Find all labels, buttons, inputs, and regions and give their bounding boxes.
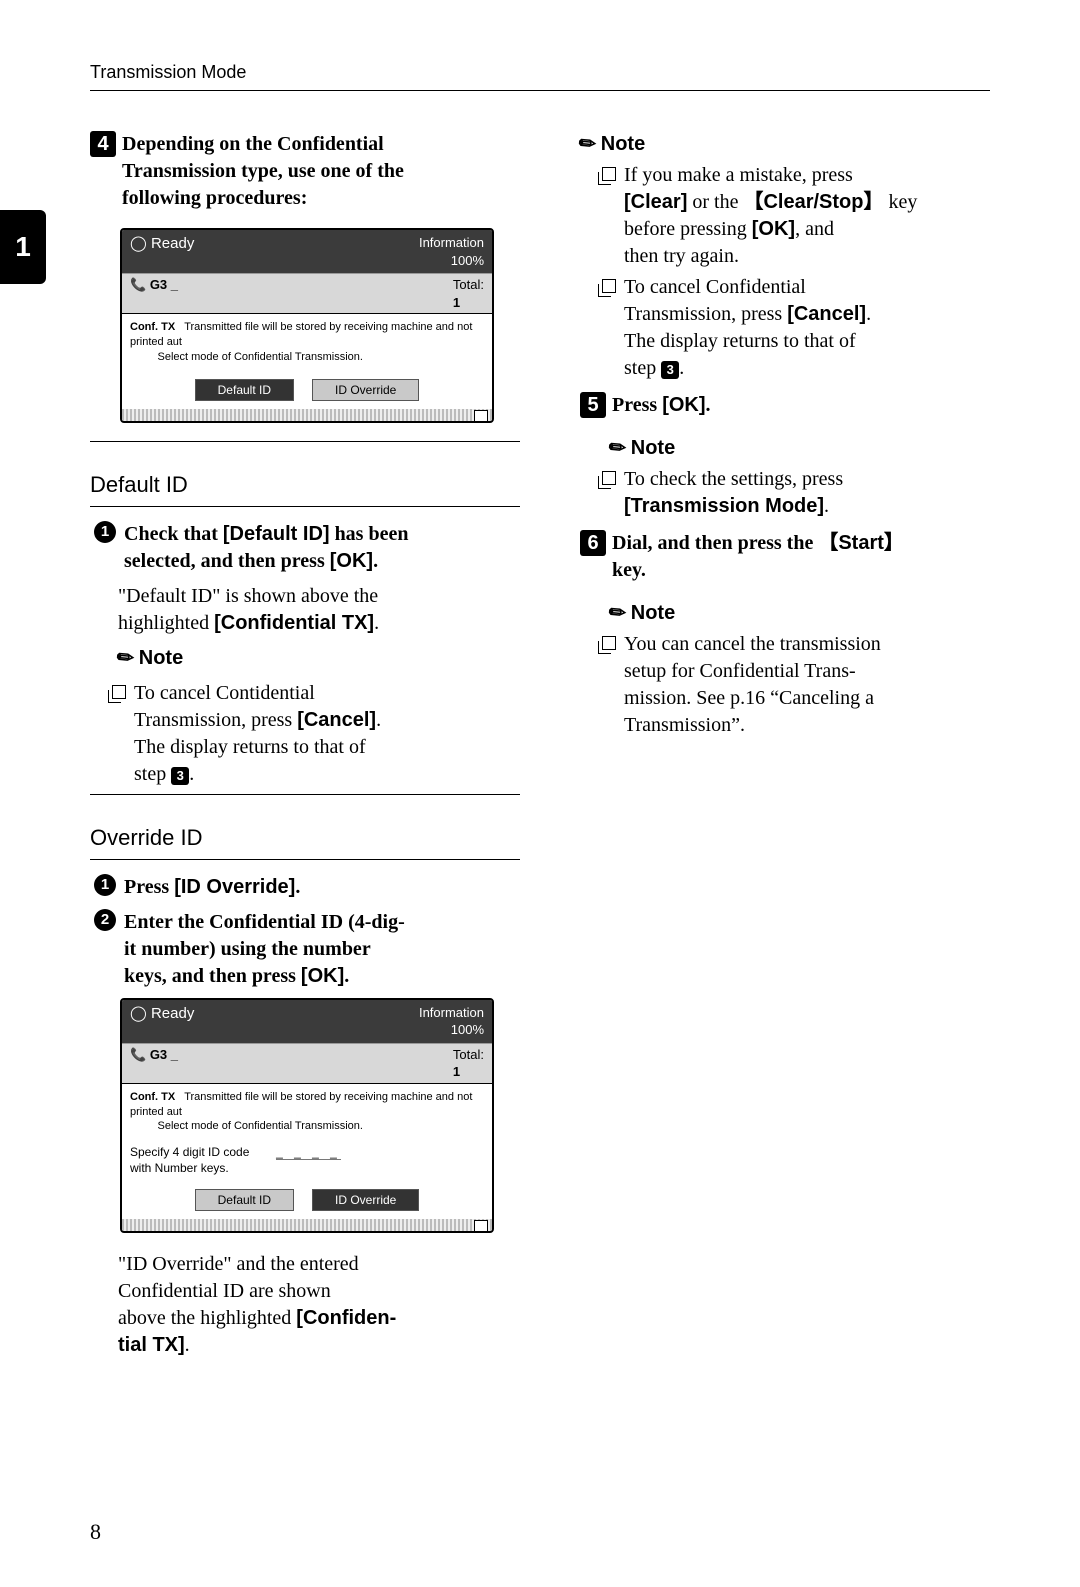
right-note-head-1: ✎Note bbox=[580, 131, 1010, 158]
scr1-total-val: 1 bbox=[453, 295, 460, 310]
step-6: 6 Dial, and then press the Start key. bbox=[580, 530, 1010, 584]
step-ref-3: 3 bbox=[171, 767, 189, 785]
step-4: 4 Depending on the Confidential Transmis… bbox=[90, 131, 520, 212]
override-para: "ID Override" and the entered Confidenti… bbox=[118, 1251, 520, 1359]
scr1-msg2: Select mode of Confidential Transmission… bbox=[158, 351, 363, 363]
scr1-btn-default: Default ID bbox=[195, 379, 294, 401]
right-note-2: To cancel Confidential Transmission, pre… bbox=[624, 274, 1010, 382]
scr1-total-lbl: Total: bbox=[453, 277, 484, 292]
d1-d: . bbox=[373, 550, 378, 572]
pencil-icon: ✎ bbox=[111, 643, 141, 674]
scr1-g3: G3 bbox=[150, 277, 167, 292]
override-substep-1: 1 Press [ID Override]. bbox=[94, 874, 520, 901]
scr1-ready: Ready bbox=[151, 235, 194, 252]
dp-b: highlighted bbox=[118, 612, 214, 634]
step5-note-head: ✎Note bbox=[610, 435, 1010, 462]
dp-key: [Confidential TX] bbox=[214, 612, 374, 634]
scr2-btn-default: Default ID bbox=[195, 1189, 294, 1211]
start-key: Start bbox=[818, 532, 904, 554]
lcd-screenshot-2: ◯ Ready Information 100% 📞 G3 _ Total:1 … bbox=[120, 998, 494, 1233]
scr1-conf: Conf. TX bbox=[130, 321, 175, 333]
dp-c: . bbox=[374, 612, 379, 634]
bullet-2: 2 bbox=[94, 909, 116, 931]
right-column: ✎Note If you make a mistake, press [Clea… bbox=[580, 121, 1010, 1367]
step-5: 5 Press [OK]. bbox=[580, 392, 1010, 419]
default-para: "Default ID" is shown above the highligh… bbox=[118, 583, 520, 637]
running-head: Transmission Mode bbox=[90, 60, 990, 91]
step-number-6: 6 bbox=[580, 530, 606, 556]
pencil-icon: ✎ bbox=[573, 129, 603, 160]
bullet-square-icon bbox=[602, 167, 616, 181]
default-note-head: ✎Note bbox=[118, 645, 520, 672]
d1-key2: [OK] bbox=[330, 550, 373, 572]
d1-c: selected, and then press bbox=[124, 550, 330, 572]
step4-line1: Depending on the Confidential bbox=[122, 133, 384, 155]
left-column: 4 Depending on the Confidential Transmis… bbox=[90, 121, 520, 1367]
step6-note-head: ✎Note bbox=[610, 600, 1010, 627]
d1-key: [Default ID] bbox=[223, 523, 330, 545]
step6-note: You can cancel the transmission setup fo… bbox=[624, 631, 1010, 739]
scr1-msg1: Transmitted file will be stored by recei… bbox=[130, 321, 472, 348]
pencil-icon: ✎ bbox=[603, 433, 633, 464]
lcd-screenshot-1: ◯ Ready Information 100% 📞 G3 _ Total:1 … bbox=[120, 228, 494, 423]
default-note-1: To cancel Contidential Transmission, pre… bbox=[134, 680, 520, 788]
bullet-square-icon bbox=[112, 685, 126, 699]
bullet-1: 1 bbox=[94, 521, 116, 543]
scr2-label-b: with Number keys. bbox=[130, 1161, 229, 1175]
dp-a: "Default ID" is shown above the bbox=[118, 585, 378, 607]
step-number-5: 5 bbox=[580, 392, 606, 418]
page-number: 8 bbox=[90, 1517, 990, 1547]
right-note-1: If you make a mistake, press [Clear] or … bbox=[624, 162, 1010, 270]
step5-note: To check the settings, press [Transmissi… bbox=[624, 466, 1010, 520]
step4-line2: Transmission type, use one of the bbox=[122, 160, 404, 182]
d1-b: has been bbox=[330, 523, 409, 545]
override-substep-2: 2 Enter the Confidential ID (4-dig- it n… bbox=[94, 909, 520, 990]
step-ref-3b: 3 bbox=[661, 361, 679, 379]
scr2-dashes: _ _ _ _ bbox=[276, 1145, 341, 1160]
default-substep-1: 1 Check that [Default ID] has been selec… bbox=[94, 521, 520, 575]
bullet-1b: 1 bbox=[94, 874, 116, 896]
d1-a: Check that bbox=[124, 523, 223, 545]
scr1-info: Information bbox=[419, 235, 484, 250]
scr1-pct: 100% bbox=[451, 253, 484, 268]
step-number-4: 4 bbox=[90, 131, 116, 157]
bullet-square-icon bbox=[602, 636, 616, 650]
heading-override-id: Override ID bbox=[90, 823, 520, 853]
pencil-icon: ✎ bbox=[603, 598, 633, 629]
step4-line3: following procedures: bbox=[122, 187, 307, 209]
bullet-square-icon bbox=[602, 279, 616, 293]
scr1-btn-override: ID Override bbox=[312, 379, 419, 401]
scr2-label-a: Specify 4 digit ID code bbox=[130, 1145, 249, 1159]
scr2-btn-override: ID Override bbox=[312, 1189, 419, 1211]
heading-default-id: Default ID bbox=[90, 470, 520, 500]
clearstop-key: Clear/Stop bbox=[743, 191, 883, 213]
bullet-square-icon bbox=[602, 471, 616, 485]
section-tab: 1 bbox=[0, 210, 46, 284]
